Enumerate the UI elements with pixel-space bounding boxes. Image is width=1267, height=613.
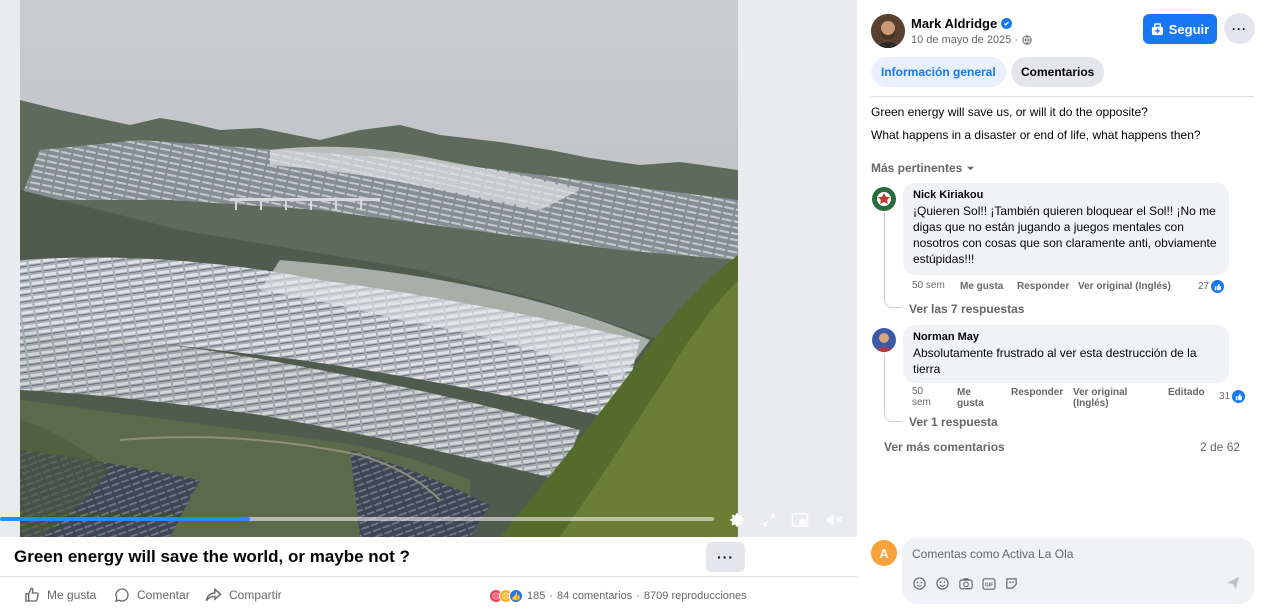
video-more-button[interactable]: ··· [706,542,745,572]
view-count: 8709 reproducciones [643,590,747,602]
author-name[interactable]: Mark Aldridge [911,16,1013,31]
comment-reply-link[interactable]: Responder [1017,281,1069,292]
comment-button[interactable]: Comentar [114,587,190,603]
commenter-avatar[interactable] [872,187,896,211]
like-label: Me gusta [47,588,97,602]
comment-reply-link[interactable]: Responder [1011,387,1063,398]
gif-icon[interactable]: GIF [981,576,996,591]
more-comments-link[interactable]: Ver más comentarios [884,440,1005,454]
post-text-line: What happens in a disaster or end of lif… [871,128,1201,142]
comment-text: ¡Quieren Sol!! ¡También quieren bloquear… [913,204,1217,266]
camera-icon[interactable] [958,576,973,591]
comment-text: Absolutamente frustrado al ver esta dest… [913,346,1197,376]
post-options-button[interactable]: ··· [1224,13,1255,44]
comment-count[interactable]: 84 comentarios [557,590,632,602]
emoji-icon[interactable] [935,576,950,591]
share-button[interactable]: Compartir [205,587,282,603]
author-name-text[interactable]: Mark Aldridge [911,16,997,31]
reaction-count[interactable]: 185 [527,590,545,602]
comment-like-count[interactable]: 31 [1219,390,1246,403]
video-frame[interactable] [20,0,738,537]
comment-like-number: 27 [1198,281,1210,292]
comment-author[interactable]: Nick Kiriakou [913,189,1219,201]
svg-text:GIF: GIF [984,582,993,588]
send-icon[interactable] [1226,576,1240,595]
comment-composer[interactable]: Comentas como Activa La Ola GIF [902,538,1254,604]
post-date-text[interactable]: 10 de mayo de 2025 · [911,34,1018,46]
verified-icon [1001,18,1013,29]
post-side-panel: Mark Aldridge 10 de mayo de 2025 · Segui… [857,0,1267,613]
pip-icon[interactable] [788,509,812,531]
post-date[interactable]: 10 de mayo de 2025 · [911,34,1032,46]
comment-bubble: Nick Kiriakou ¡Quieren Sol!! ¡También qu… [903,183,1229,275]
comment-page-count: 2 de 62 [1200,440,1241,454]
post-text-line: Green energy will save us, or will it do… [871,105,1148,119]
follow-label: Seguir [1168,21,1210,37]
stats-separator: · [636,590,640,602]
comment-time[interactable]: 50 sem [912,280,945,291]
view-replies-link[interactable]: Ver las 7 respuestas [909,302,1024,316]
sort-label: Más pertinentes [871,161,963,175]
video-title-row: Green energy will save the world, or may… [0,537,857,577]
follow-icon [1151,22,1163,35]
comment-edited-label: Editado [1168,387,1205,398]
video-player[interactable] [0,0,857,537]
comment-time[interactable]: 50 sem [912,386,942,408]
composer-tools: GIF [912,576,1019,591]
video-title: Green energy will save the world, or may… [14,547,410,566]
avatar-sticker-icon[interactable] [1004,576,1019,591]
like-badge-icon [1211,280,1225,293]
commenter-avatar[interactable] [872,328,896,352]
comment-original-link[interactable]: Ver original (Inglés) [1078,281,1171,292]
settings-icon[interactable] [725,509,749,531]
comment-like-count[interactable]: 27 [1198,280,1225,293]
sticker-icon[interactable] [912,576,927,591]
mute-icon[interactable] [822,509,846,531]
globe-icon [1022,35,1032,45]
tab-overview[interactable]: Información general [871,57,1006,87]
like-reaction-icon: 👍 [509,589,523,603]
composer-avatar[interactable]: A [871,540,897,566]
comment-like-link[interactable]: Me gusta [960,281,1003,292]
comment-like-link[interactable]: Me gusta [957,387,997,409]
stats-separator: · [549,590,554,602]
view-replies-link[interactable]: Ver 1 respuesta [909,415,998,429]
share-label: Compartir [229,588,282,602]
thread-line [884,213,902,308]
comment-label: Comentar [137,588,190,602]
thread-line [884,354,902,422]
fullscreen-icon[interactable] [757,509,781,531]
divider [871,96,1254,97]
video-progress-fill [0,517,250,521]
comment-author[interactable]: Norman May [913,331,1219,343]
action-bar: Me gusta Comentar Compartir ☹ ☹ 👍 185 · … [0,578,857,613]
reaction-icons[interactable]: ☹ ☹ 👍 [489,589,523,603]
comment-original-link[interactable]: Ver original (Inglés) [1073,387,1143,409]
tab-comments[interactable]: Comentarios [1011,57,1105,87]
comment-icon [115,588,129,602]
comment-like-number: 31 [1219,391,1231,402]
share-icon [205,587,222,602]
like-button[interactable]: Me gusta [24,587,96,603]
like-badge-icon [1232,390,1246,403]
comment-sort-dropdown[interactable]: Más pertinentes [871,161,975,175]
chevron-down-icon [967,166,975,170]
author-avatar[interactable] [871,14,905,48]
like-icon [25,587,39,602]
post-stats: ☹ ☹ 👍 185 · 84 comentarios · 8709 reprod… [489,589,747,603]
comment-bubble: Norman May Absolutamente frustrado al ve… [903,325,1229,383]
solar-hillside-scene [20,0,738,537]
follow-button[interactable]: Seguir [1143,14,1217,44]
comment-input[interactable]: Comentas como Activa La Ola [912,547,1073,561]
video-progress-bar[interactable] [0,517,714,521]
